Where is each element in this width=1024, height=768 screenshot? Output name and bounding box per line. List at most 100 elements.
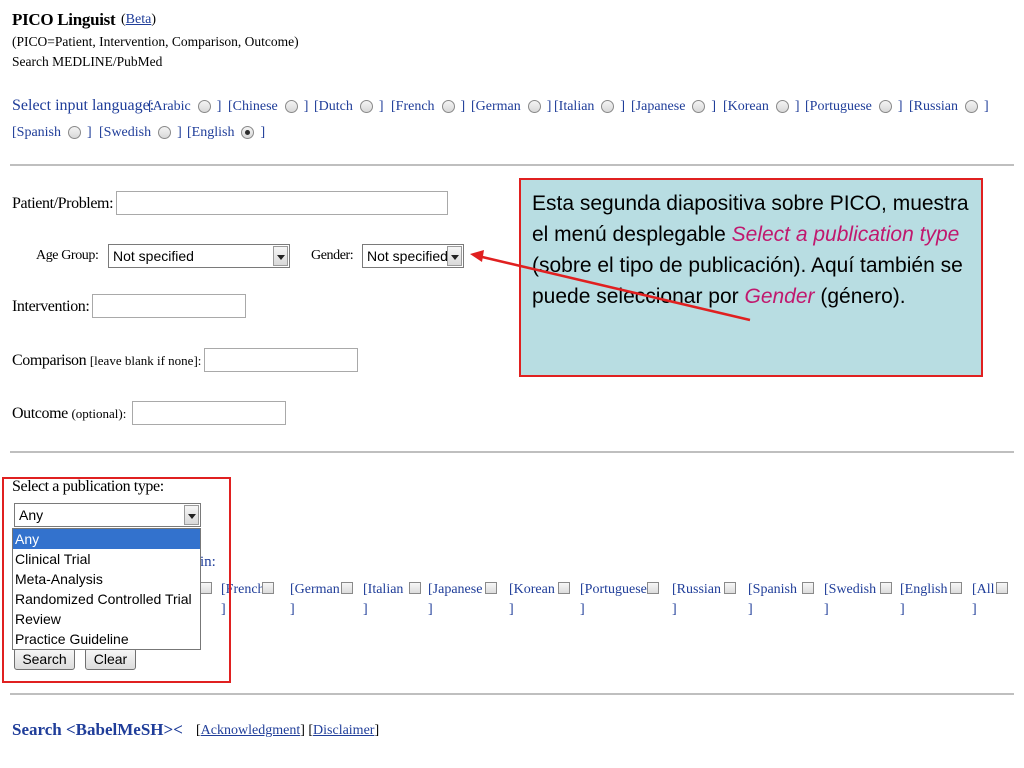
output-language-option[interactable]: [All] — [972, 580, 995, 620]
output-language-checkbox[interactable] — [485, 582, 497, 594]
input-language-option[interactable]: [French] — [391, 99, 465, 115]
output-language-option[interactable]: [Portuguese] — [580, 580, 647, 620]
output-language-option[interactable]: [Korean] — [509, 580, 555, 620]
comparison-input[interactable] — [204, 348, 358, 372]
search-scope: Search MEDLINE/PubMed — [12, 54, 163, 69]
outcome-note: (optional): — [71, 406, 127, 421]
disclaimer-link[interactable]: Disclaimer — [313, 723, 374, 738]
input-language-option[interactable]: [Portuguese] — [805, 99, 903, 115]
radio-button[interactable] — [878, 99, 892, 113]
input-language-option[interactable]: [English] — [187, 125, 265, 141]
age-group-label: Age Group: — [36, 248, 99, 263]
divider — [10, 164, 1014, 166]
chevron-down-icon[interactable] — [273, 246, 288, 266]
output-language-checkbox[interactable] — [262, 582, 274, 594]
publication-type-option[interactable]: Practice Guideline — [13, 629, 200, 649]
input-language-option[interactable]: [Chinese] — [228, 99, 308, 115]
radio-button[interactable] — [441, 99, 455, 113]
input-language-option[interactable]: [Korean] — [723, 99, 800, 115]
beta-link[interactable]: Beta — [126, 12, 152, 27]
output-language-name: [Spanish — [748, 582, 797, 597]
input-language-option[interactable]: [Swedish] — [99, 125, 182, 141]
output-language-option[interactable]: [German] — [290, 580, 340, 620]
annotation-callout: Esta segunda diapositiva sobre PICO, mue… — [519, 178, 983, 377]
bracket-close: ] — [303, 99, 309, 114]
radio-button[interactable] — [68, 125, 81, 139]
bracket-close: ] — [972, 602, 977, 617]
publication-type-option[interactable]: Meta-Analysis — [13, 569, 200, 589]
radio-button[interactable] — [601, 99, 615, 113]
output-language-name: [Swedish — [824, 582, 877, 597]
output-language-option[interactable]: [English] — [900, 580, 947, 620]
output-language-option[interactable]: [Spanish] — [748, 580, 797, 620]
input-language-option[interactable]: [Arabic] — [148, 99, 221, 115]
output-language-option[interactable]: [Italian] — [363, 580, 403, 620]
radio-button[interactable] — [692, 99, 706, 113]
bracket-close: ] — [260, 125, 266, 140]
beta-close-paren: ) — [151, 12, 156, 27]
output-language-checkbox[interactable] — [996, 582, 1008, 594]
input-language-name: [Japanese — [631, 99, 686, 114]
search-button[interactable]: Search — [14, 648, 75, 670]
radio-button[interactable] — [359, 99, 373, 113]
radio-button[interactable] — [197, 99, 211, 113]
divider — [10, 693, 1014, 695]
radio-button[interactable] — [527, 99, 541, 113]
input-language-name: [Chinese — [228, 99, 278, 114]
output-language-checkbox[interactable] — [880, 582, 892, 594]
age-group-select[interactable]: Not specified — [108, 244, 290, 268]
gender-label: Gender: — [311, 248, 354, 263]
babelmesh-search-link[interactable]: Search <BabelMeSH>< — [12, 720, 183, 740]
gender-select[interactable]: Not specified — [362, 244, 464, 268]
output-language-option[interactable]: [Russian] — [672, 580, 721, 620]
intervention-input[interactable] — [92, 294, 246, 318]
publication-type-option[interactable]: Clinical Trial — [13, 549, 200, 569]
outcome-input[interactable] — [132, 401, 286, 425]
input-language-option[interactable]: [Russian] — [909, 99, 989, 115]
output-language-option[interactable]: [Japanese] — [428, 580, 482, 620]
output-language-name: [French — [221, 582, 265, 597]
callout-highlight-publication: Select a publication type — [731, 223, 960, 246]
input-language-name: [English — [187, 125, 235, 140]
output-language-name: [English — [900, 582, 948, 597]
bracket-close: ] — [794, 99, 800, 114]
output-language-label-fragment: in: — [200, 554, 216, 570]
input-language-name: [French — [391, 99, 435, 114]
output-language-name: [Italian — [363, 582, 404, 597]
radio-button[interactable] — [241, 125, 255, 139]
output-language-checkbox[interactable] — [558, 582, 570, 594]
chevron-down-icon[interactable] — [184, 505, 199, 525]
publication-type-select[interactable]: Any — [14, 503, 201, 527]
input-language-option[interactable]: [Japanese] — [631, 99, 716, 115]
input-language-option[interactable]: [German] — [471, 99, 551, 115]
output-language-checkbox[interactable] — [200, 582, 212, 594]
output-language-checkbox[interactable] — [950, 582, 962, 594]
output-language-checkbox[interactable] — [802, 582, 814, 594]
bracket-close: ] — [580, 602, 585, 617]
clear-button[interactable]: Clear — [85, 648, 136, 670]
publication-type-value: Any — [19, 507, 44, 523]
radio-button[interactable] — [775, 99, 789, 113]
input-language-option[interactable]: [Italian] — [554, 99, 625, 115]
publication-type-option[interactable]: Randomized Controlled Trial — [13, 589, 200, 609]
input-language-name: [Swedish — [99, 125, 152, 140]
publication-type-option[interactable]: Review — [13, 609, 200, 629]
output-language-checkbox[interactable] — [341, 582, 353, 594]
output-language-checkbox[interactable] — [724, 582, 736, 594]
radio-button[interactable] — [965, 99, 978, 113]
input-language-option[interactable]: [Dutch] — [314, 99, 384, 115]
radio-button[interactable] — [284, 99, 298, 113]
output-language-name: [German — [290, 582, 340, 597]
output-language-checkbox[interactable] — [409, 582, 421, 594]
annotation-arrow — [470, 250, 751, 322]
output-language-checkbox[interactable] — [647, 582, 659, 594]
radio-button[interactable] — [158, 125, 172, 139]
output-language-option[interactable]: [Swedish] — [824, 580, 876, 620]
patient-problem-input[interactable] — [116, 191, 448, 215]
output-language-option[interactable]: [French] — [221, 580, 265, 620]
chevron-down-icon[interactable] — [447, 246, 462, 266]
acknowledgment-link[interactable]: Acknowledgment — [201, 723, 301, 738]
bracket-close: ] — [87, 125, 92, 140]
publication-type-option[interactable]: Any — [13, 529, 200, 549]
input-language-option[interactable]: [Spanish] — [12, 125, 92, 141]
